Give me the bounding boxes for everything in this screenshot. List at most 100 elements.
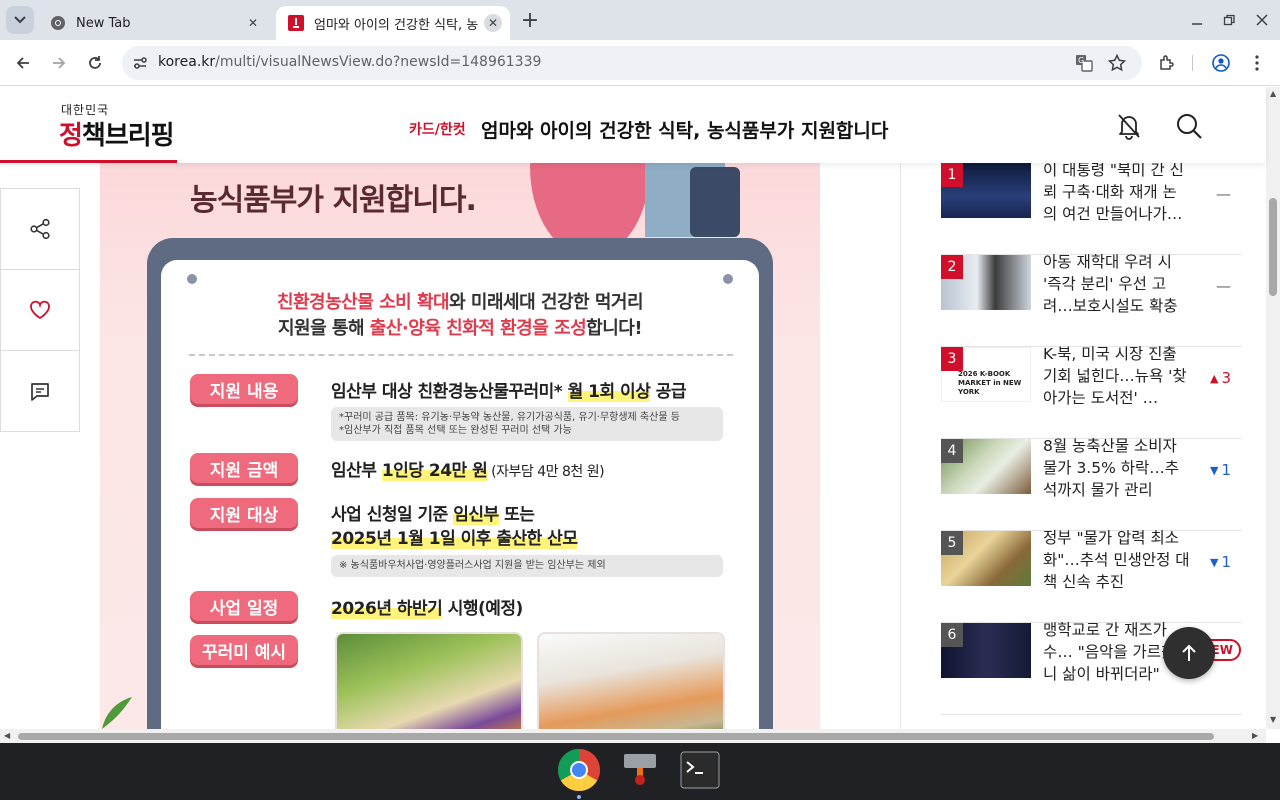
card-headline: 농식품부가 지원합니다.	[190, 183, 477, 218]
chevron-down-icon	[14, 16, 26, 24]
site-logo[interactable]: 정책브리핑	[59, 115, 175, 152]
package-photo-box	[537, 632, 725, 729]
rank-change-value: 1	[1221, 553, 1231, 571]
site-info-icon[interactable]	[128, 51, 152, 75]
package-photo-vegetables	[335, 632, 523, 729]
notification-button[interactable]	[1114, 111, 1144, 141]
action-rail	[0, 188, 80, 432]
translate-icon[interactable]: G	[1072, 51, 1096, 75]
address-bar[interactable]: korea.kr/multi/visualNewsView.do?newsId=…	[122, 46, 1142, 80]
extensions-icon[interactable]	[1153, 49, 1181, 77]
rank-change-down: ▼ 1	[1210, 461, 1231, 479]
running-indicator	[577, 795, 581, 799]
minimize-icon[interactable]	[1185, 8, 1209, 32]
support-content-text: 임산부 대상 친환경농산물꾸러미* 월 1회 이상 공급	[331, 377, 687, 402]
rank-change-flat: —	[1216, 185, 1231, 203]
rank-item[interactable]: 1 이 대통령 "북미 간 신뢰 구축·대화 재개 논의 여건 만들어나가… —	[941, 161, 1241, 255]
arrow-right-icon	[53, 57, 66, 69]
url-path: /multi/visualNewsView.do?newsId=14896133…	[215, 54, 542, 70]
url-domain: korea.kr	[158, 54, 216, 70]
note-line: *꾸러미 공급 품목: 유기농·무농약 농산물, 유기가공식품, 유기·무항생제…	[339, 412, 680, 423]
bookmark-star-icon[interactable]	[1105, 51, 1129, 75]
schedule-text: 2026년 하반기 시행(예정)	[331, 594, 523, 619]
rank-change-value: 3	[1221, 369, 1231, 387]
rank-number: 5	[941, 531, 963, 555]
forward-button[interactable]	[45, 49, 73, 77]
vertical-scrollbar[interactable]: ▲ ▼	[1266, 87, 1280, 729]
rank-change-down: ▼ 1	[1210, 553, 1231, 571]
tab-korea-kr[interactable]: 엄마와 아이의 건강한 식탁, 농 ✕	[276, 6, 510, 40]
close-tab-icon[interactable]: ✕	[244, 14, 262, 32]
rank-number: 2	[941, 255, 963, 279]
article-category[interactable]: 카드/한컷	[409, 119, 466, 139]
chrome-taskbar-icon[interactable]	[557, 748, 601, 799]
tool-taskbar-icon[interactable]	[618, 748, 662, 792]
support-target-line2: 2025년 1월 1일 이후 출산한 산모	[331, 524, 578, 549]
comment-button[interactable]	[1, 351, 79, 432]
row-highlight: 1인당 24만 원	[381, 461, 488, 481]
os-taskbar	[0, 743, 1280, 800]
search-button[interactable]	[1173, 110, 1205, 142]
browser-menu-icon[interactable]	[1243, 49, 1271, 77]
rank-item[interactable]: 2 아동 재학대 우려 시 '즉각 분리' 우선 고려…보호시설도 확충 —	[941, 253, 1241, 347]
illustration-legs	[690, 167, 740, 237]
profile-icon[interactable]	[1207, 49, 1235, 77]
url-text[interactable]: korea.kr/multi/visualNewsView.do?newsId=…	[158, 54, 541, 70]
intro-text: 와 미래세대 건강한 먹거리	[449, 292, 644, 313]
horizontal-scrollbar[interactable]: ◀ ▶	[0, 729, 1266, 743]
close-tab-icon[interactable]: ✕	[484, 14, 502, 32]
bell-off-icon	[1118, 114, 1140, 140]
row-highlight: 월 1회 이상	[567, 382, 651, 402]
article-title: 엄마와 아이의 건강한 식탁, 농식품부가 지원합니다	[481, 120, 889, 142]
rank-item[interactable]: 4 8월 농축산물 소비자물가 3.5% 하락…추석까지 물가 관리 ▼ 1	[941, 437, 1241, 531]
scroll-right-arrow-icon[interactable]: ▶	[1252, 731, 1258, 740]
chrome-icon	[51, 16, 65, 30]
intro-line-2: 지원을 통해 출산·양육 친화적 환경을 조성합니다!	[161, 314, 759, 340]
rank-item[interactable]: 2026 K-BOOK MARKET in NEW YORK 3 K-북, 미국…	[941, 345, 1241, 439]
svg-text:G: G	[1078, 56, 1084, 65]
terminal-taskbar-icon[interactable]	[678, 748, 722, 792]
leaf-icon	[102, 697, 132, 729]
tablet-frame: 친환경농산물 소비 확대와 미래세대 건강한 먹거리 지원을 통해 출산·양육 …	[147, 238, 773, 729]
close-window-icon[interactable]	[1250, 8, 1274, 32]
card-news-image: 농식품부가 지원합니다. 친환경농산물 소비 확대와 미래세대 건강한 먹거리 …	[100, 87, 820, 729]
rank-title: 8월 농축산물 소비자물가 3.5% 하락…추석까지 물가 관리	[1043, 437, 1180, 499]
decor-dot	[723, 274, 733, 284]
note-box: *꾸러미 공급 품목: 유기농·무농약 농산물, 유기가공식품, 유기·무항생제…	[331, 407, 723, 441]
label-package-example: 꾸러미 예시	[190, 635, 298, 665]
row-highlight: 2025년 1월 1일 이후 출산한 산모	[331, 529, 578, 549]
rank-item[interactable]: 5 정부 "물가 압력 최소화"…추석 민생안정 대책 신속 추진 ▼ 1	[941, 529, 1241, 623]
tab-search-button[interactable]	[6, 6, 34, 34]
toolbar-divider	[1192, 55, 1193, 71]
label-support-amount: 지원 금액	[190, 453, 298, 483]
note-line: *임산부가 직접 품목 선택 또는 완성된 꾸러미 선택 가능	[339, 425, 572, 436]
support-amount-text: 임산부 1인당 24만 원 (자부담 4만 8천 원)	[331, 456, 605, 481]
rank-number: 3	[941, 347, 963, 371]
scroll-down-arrow-icon[interactable]: ▼	[1270, 715, 1276, 724]
note-line: ※ 농식품바우처사업·영양플러스사업 지원을 받는 임산부는 제외	[339, 560, 606, 571]
back-button[interactable]	[9, 49, 37, 77]
rank-change-flat: —	[1216, 277, 1231, 295]
decor-dot	[187, 274, 197, 284]
triangle-down-icon: ▼	[1209, 555, 1219, 569]
thumbnail-caption: 2026 K-BOOK MARKET in NEW YORK	[958, 370, 1022, 396]
reload-icon	[89, 56, 101, 69]
like-button[interactable]	[1, 270, 79, 351]
scroll-top-button[interactable]	[1163, 627, 1215, 679]
restore-icon[interactable]	[1217, 8, 1241, 32]
row-text: 사업 신청일 기준	[331, 505, 454, 525]
new-tab-button[interactable]: +	[518, 8, 542, 33]
row-text: 임산부	[331, 461, 382, 481]
arrow-left-icon	[16, 57, 29, 69]
rank-title: 아동 재학대 우려 시 '즉각 분리' 우선 고려…보호시설도 확충	[1043, 253, 1178, 315]
scroll-up-arrow-icon[interactable]: ▲	[1270, 89, 1276, 98]
share-button[interactable]	[1, 189, 79, 270]
scrollbar-thumb[interactable]	[1269, 198, 1277, 296]
tab-new-tab[interactable]: New Tab ✕	[38, 6, 270, 40]
dashed-divider	[189, 354, 733, 356]
rank-number: 1	[941, 163, 963, 187]
header-progress-bar	[0, 160, 177, 163]
scrollbar-thumb[interactable]	[18, 733, 1214, 740]
reload-button[interactable]	[81, 49, 109, 77]
scroll-left-arrow-icon[interactable]: ◀	[4, 731, 10, 740]
